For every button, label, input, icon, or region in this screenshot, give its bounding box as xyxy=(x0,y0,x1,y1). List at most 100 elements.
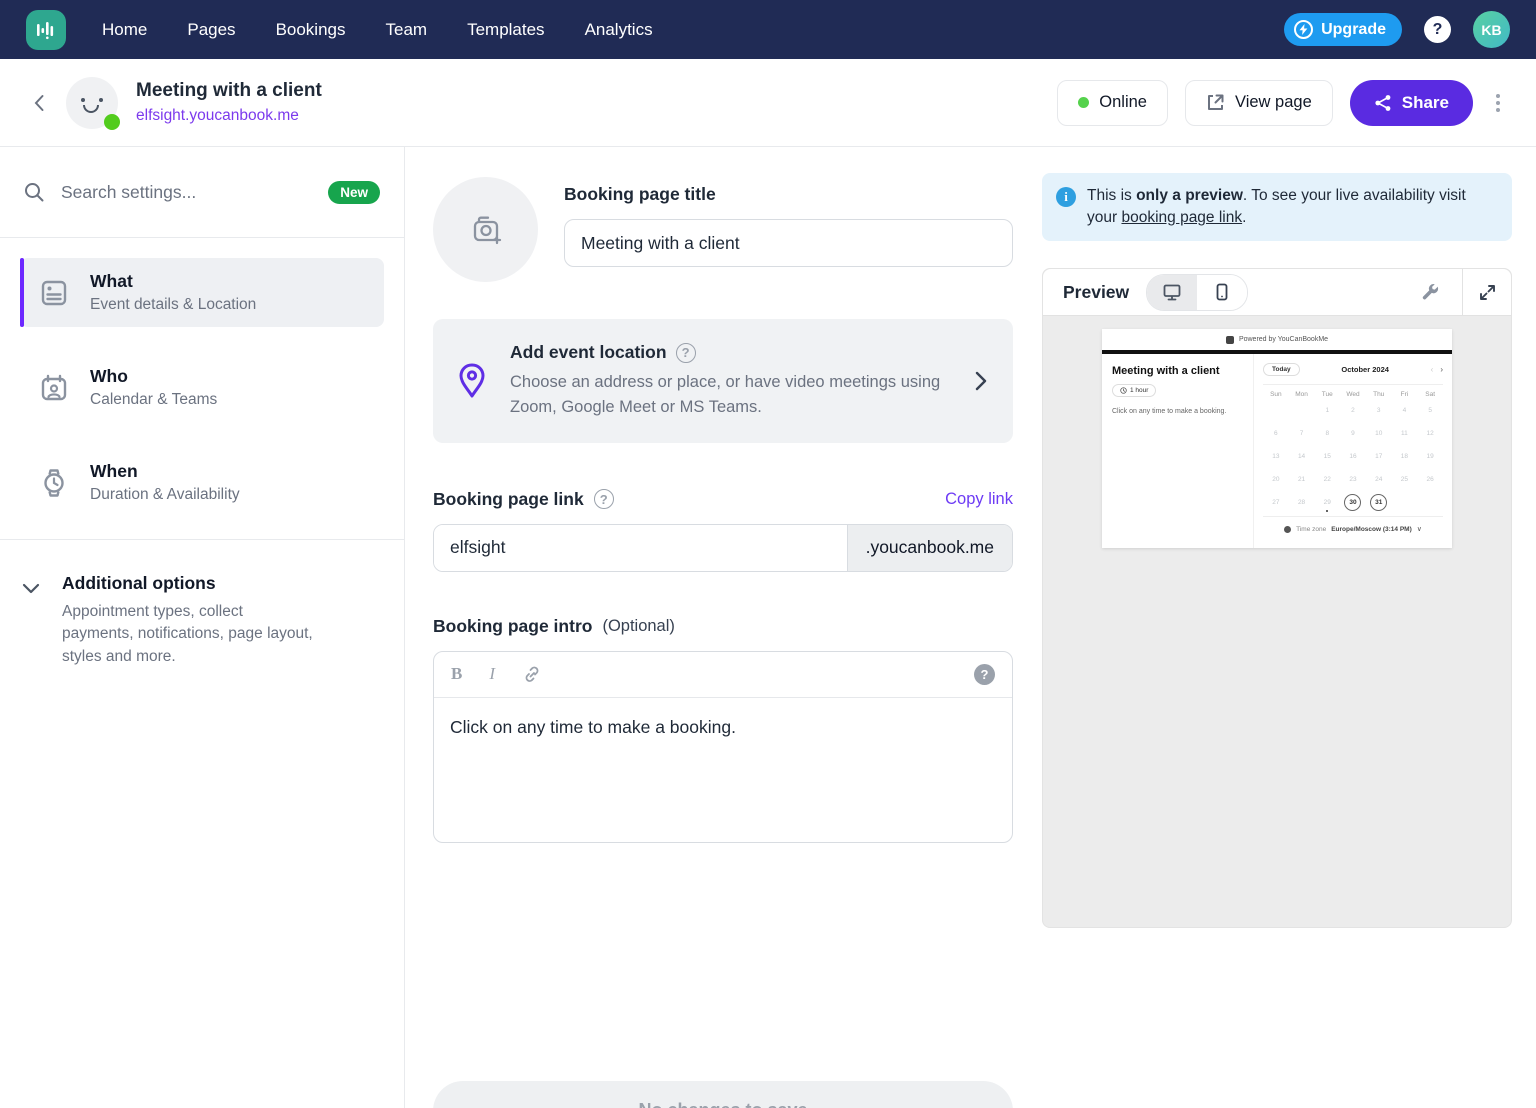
next-month-icon[interactable]: › xyxy=(1440,365,1443,374)
calendar-day: 11 xyxy=(1392,425,1418,442)
calendar-day: 21 xyxy=(1289,471,1315,488)
save-button[interactable]: No changes to save xyxy=(433,1081,1013,1108)
today-button[interactable]: Today xyxy=(1263,363,1300,376)
nav-item-templates[interactable]: Templates xyxy=(467,20,544,40)
timezone-row[interactable]: Time zone Europe/Moscow (3:14 PM) ∨ xyxy=(1263,516,1443,542)
help-icon[interactable]: ? xyxy=(1424,16,1451,43)
calendar-day: 13 xyxy=(1263,448,1289,465)
smiley-eye xyxy=(99,98,103,102)
calendar-day: 27 xyxy=(1263,494,1289,511)
sidebar-item-subtitle: Event details & Location xyxy=(90,296,256,314)
sidebar-additional-options[interactable]: Additional options Appointment types, co… xyxy=(0,540,404,668)
nav-item-analytics[interactable]: Analytics xyxy=(585,20,653,40)
preview-settings-button[interactable] xyxy=(1398,282,1462,302)
additional-options-subtitle: Appointment types, collect payments, not… xyxy=(62,601,314,668)
calendar-day xyxy=(1417,494,1443,511)
upload-photo-button[interactable] xyxy=(433,177,538,282)
preview-title: Preview xyxy=(1063,282,1129,303)
online-label: Online xyxy=(1099,93,1147,112)
nav-item-bookings[interactable]: Bookings xyxy=(276,20,346,40)
nav-item-team[interactable]: Team xyxy=(386,20,428,40)
upgrade-button[interactable]: Upgrade xyxy=(1284,13,1402,46)
calendar-day-available[interactable]: 30 xyxy=(1340,494,1366,511)
app-logo[interactable] xyxy=(26,10,66,50)
wrench-icon xyxy=(1420,282,1440,302)
calendar-weekday-row: Sun Mon Tue Wed Thu Fri Sat xyxy=(1263,391,1443,402)
location-title: Add event location xyxy=(510,342,667,363)
calendar-month-label: October 2024 xyxy=(1300,365,1431,374)
add-event-location-card[interactable]: Add event location Choose an address or … xyxy=(433,319,1013,443)
insert-link-button[interactable] xyxy=(522,664,542,684)
chevron-right-icon xyxy=(973,369,989,393)
chevron-left-icon xyxy=(30,93,50,113)
info-icon: i xyxy=(1056,187,1076,207)
watch-icon xyxy=(36,465,72,501)
sidebar-item-who[interactable]: Who Calendar & Teams xyxy=(20,353,384,422)
preview-event-title: Meeting with a client xyxy=(1112,365,1243,377)
booking-link-suffix: .youcanbook.me xyxy=(847,525,1012,571)
sidebar-item-when[interactable]: When Duration & Availability xyxy=(20,448,384,517)
nav-item-pages[interactable]: Pages xyxy=(187,20,235,40)
calendar-day: 10 xyxy=(1366,425,1392,442)
booking-page-url[interactable]: elfsight.youcanbook.me xyxy=(136,107,322,125)
chevron-down-icon: ∨ xyxy=(1417,525,1422,533)
italic-button[interactable]: I xyxy=(489,664,495,684)
location-pin-icon xyxy=(457,362,487,400)
optional-label: (Optional) xyxy=(602,617,674,636)
booking-page-link-anchor[interactable]: booking page link xyxy=(1121,209,1242,226)
share-label: Share xyxy=(1402,93,1449,113)
view-page-button[interactable]: View page xyxy=(1185,80,1333,126)
globe-icon xyxy=(1284,526,1291,533)
editor-help-icon[interactable] xyxy=(974,664,995,685)
more-options-icon[interactable] xyxy=(1490,88,1506,118)
calendar-day: 23 xyxy=(1340,471,1366,488)
search-input[interactable] xyxy=(61,182,312,203)
calendar-day: 17 xyxy=(1366,448,1392,465)
link-help-icon[interactable] xyxy=(594,489,614,509)
smartphone-icon xyxy=(1212,282,1232,302)
booking-page-preview-card: Powered by YouCanBookMe Meeting with a c… xyxy=(1102,329,1452,548)
page-title: Meeting with a client xyxy=(136,80,322,102)
calendar-day: 29 xyxy=(1314,494,1340,511)
back-button[interactable] xyxy=(30,93,50,113)
online-dot-icon xyxy=(1078,97,1089,108)
copy-link-button[interactable]: Copy link xyxy=(945,490,1013,509)
prev-month-icon: ‹ xyxy=(1431,365,1434,374)
desktop-view-toggle[interactable] xyxy=(1147,275,1197,310)
expand-icon xyxy=(1478,283,1497,302)
calendar-day: 15 xyxy=(1314,448,1340,465)
share-button[interactable]: Share xyxy=(1350,80,1473,126)
device-toggle xyxy=(1146,274,1248,311)
calendar-day: 2 xyxy=(1340,402,1366,419)
calendar-day: 24 xyxy=(1366,471,1392,488)
expand-preview-button[interactable] xyxy=(1463,269,1511,315)
intro-text-area[interactable]: Click on any time to make a booking. xyxy=(434,698,1012,842)
editor-toolbar: B I xyxy=(434,652,1012,698)
calendar-day-available[interactable]: 31 xyxy=(1366,494,1392,511)
booking-link-input[interactable] xyxy=(434,525,847,571)
preview-column: i This is only a preview. To see your li… xyxy=(1042,147,1512,1108)
external-link-icon xyxy=(1206,93,1225,112)
sidebar-item-what[interactable]: What Event details & Location xyxy=(20,258,384,327)
location-description: Choose an address or place, or have vide… xyxy=(510,370,961,420)
calendar-day: 9 xyxy=(1340,425,1366,442)
calendar-day: 20 xyxy=(1263,471,1289,488)
bold-button[interactable]: B xyxy=(451,664,462,684)
mobile-view-toggle[interactable] xyxy=(1197,275,1247,310)
online-toggle-button[interactable]: Online xyxy=(1057,80,1168,126)
booking-page-title-input[interactable] xyxy=(564,219,1013,267)
preview-intro-text: Click on any time to make a booking. xyxy=(1112,408,1243,415)
search-icon xyxy=(24,182,45,203)
powered-by-logo-icon xyxy=(1226,336,1234,344)
event-details-icon xyxy=(36,275,72,311)
calendar-day: 19 xyxy=(1417,448,1443,465)
sidebar-item-subtitle: Calendar & Teams xyxy=(90,391,217,409)
user-avatar[interactable]: KB xyxy=(1473,11,1510,48)
sidebar-item-title: What xyxy=(90,271,256,292)
location-help-icon[interactable] xyxy=(676,343,696,363)
calendar-day: 3 xyxy=(1366,402,1392,419)
nav-item-home[interactable]: Home xyxy=(102,20,147,40)
booking-page-avatar[interactable] xyxy=(66,77,118,129)
calendar-day: 28 xyxy=(1289,494,1315,511)
calendar-day: 4 xyxy=(1392,402,1418,419)
